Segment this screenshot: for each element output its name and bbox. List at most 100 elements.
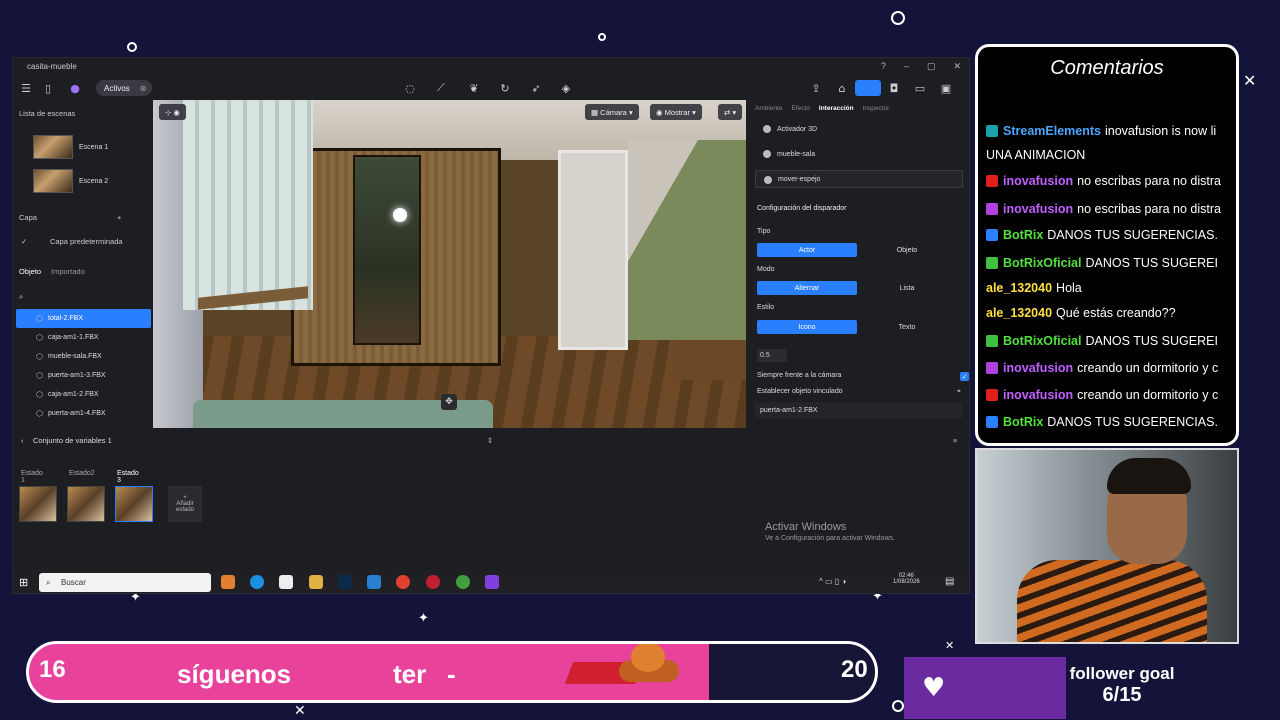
chrome-profile-icon[interactable] <box>456 575 470 589</box>
tab-imported[interactable]: Importado <box>51 267 85 276</box>
list-item[interactable]: total-2.FBX <box>16 309 151 328</box>
drag-handle-icon[interactable]: ⇕ <box>487 436 493 445</box>
camera-icon[interactable]: ◘ <box>887 81 901 95</box>
chat-username: BotRix <box>1003 228 1044 242</box>
export-icon[interactable]: ▣ <box>939 81 953 95</box>
file-icon[interactable]: ▯ <box>41 81 55 95</box>
clock[interactable]: 02:46 1/08/2026 <box>893 573 920 585</box>
minimize-icon[interactable]: – <box>904 61 909 72</box>
share-icon[interactable]: ⇪ <box>809 81 823 95</box>
sparkle-star-icon: ✕ <box>945 639 955 652</box>
mode-list-option[interactable]: Lista <box>857 281 957 295</box>
scroll-dash: - <box>447 659 456 689</box>
target-icon[interactable]: ⌖ <box>957 388 961 396</box>
search-icon[interactable]: ⌕ <box>19 292 23 302</box>
state-thumbnail[interactable] <box>115 486 153 522</box>
windows-start-icon[interactable]: ⊞ <box>19 576 28 589</box>
follower-goal-icon-box: ♥ <box>904 657 1066 719</box>
trigger-config-header[interactable]: Configuración del disparador <box>757 205 847 212</box>
tab-ambiente[interactable]: Ambiente <box>755 105 782 112</box>
linked-object-field[interactable]: puerta-am1-2.FBX <box>755 402 963 418</box>
tab-object[interactable]: Objeto <box>19 267 41 276</box>
home-icon[interactable]: ⌂ <box>835 81 849 95</box>
path-icon[interactable]: ⟋ <box>434 81 448 95</box>
close-icon[interactable]: ✕ <box>953 61 961 72</box>
variable-set-bar[interactable]: ‹ Conjunto de variables 1 ⇕ ≡ <box>13 433 969 447</box>
panel-menu-icon[interactable]: ≡ <box>953 436 957 445</box>
obs-icon[interactable] <box>426 575 440 589</box>
rotate-icon[interactable]: ↻ <box>498 81 512 95</box>
scene-item-1[interactable]: Escena 1 <box>33 135 151 159</box>
plugin-icon[interactable]: ● <box>68 81 82 95</box>
state-thumbnail[interactable] <box>19 486 57 522</box>
mode-toggle-option[interactable]: Alternar <box>757 281 857 295</box>
notifications-icon[interactable]: ▤ <box>945 576 954 587</box>
list-item[interactable]: caja-am1-2.FBX <box>16 385 151 404</box>
light-bulb-icon[interactable]: ◌ <box>403 81 417 95</box>
chrome-icon[interactable] <box>396 575 410 589</box>
tab-efecto[interactable]: Efecto <box>791 105 809 112</box>
room-door <box>558 150 628 350</box>
camera-button[interactable]: ▦ Cámara ▾ <box>585 104 639 120</box>
cursor-icon[interactable]: ➶ <box>529 81 543 95</box>
light-icon[interactable] <box>393 208 407 222</box>
list-item[interactable]: puerta-am1-3.FBX <box>16 366 151 385</box>
video-icon[interactable]: ▭ <box>913 81 927 95</box>
scroll-text: ter <box>393 659 427 689</box>
scene-thumbnail <box>33 169 73 193</box>
collapse-icon[interactable]: ‹ <box>21 436 24 445</box>
style-icon-option[interactable]: Icono <box>757 320 857 334</box>
chat-message: inovafusion no escribas para no distra <box>986 171 1236 191</box>
webcam-person-shirt <box>1017 560 1207 642</box>
add-layer-icon[interactable]: + <box>117 213 121 222</box>
chat-text: DANOS TUS SUGEREI <box>1085 256 1218 270</box>
trigger-item-activator[interactable]: Activador 3D <box>755 120 963 138</box>
tab-inspector[interactable]: Inspector <box>863 105 890 112</box>
sparkle-star-icon: ✕ <box>1243 71 1257 90</box>
vscode-icon[interactable] <box>367 575 381 589</box>
add-state-button[interactable]: + Añadir estado <box>168 486 202 522</box>
copilot-icon[interactable] <box>221 575 235 589</box>
transform-tools-button[interactable]: ⊹ ◉ <box>159 104 186 120</box>
taskbar-search[interactable]: ⌕ Buscar <box>39 573 211 592</box>
list-item[interactable]: caja-am1-1.FBX <box>16 328 151 347</box>
tab-interaccion[interactable]: Interacción <box>819 105 854 112</box>
maximize-icon[interactable]: ▢ <box>927 61 936 72</box>
store-icon[interactable] <box>279 575 293 589</box>
chat-text: UNA ANIMACION <box>986 148 1086 162</box>
3d-viewport[interactable]: ⊹ ◉ ▦ Cámara ▾ ◉ Mostrar ▾ ⇄ ▾ ✥ <box>153 100 746 428</box>
app-icon[interactable] <box>485 575 499 589</box>
folder-icon[interactable] <box>309 575 323 589</box>
chat-text: creando un dormitorio y c <box>1077 361 1219 375</box>
linked-object-label: Establecer objeto vinculado <box>757 388 843 395</box>
size-input[interactable]: 0.5 <box>757 349 787 362</box>
state-thumbnail[interactable] <box>67 486 105 522</box>
layers-icon[interactable]: ◈ <box>559 81 573 95</box>
follower-goal-label: follower goal <box>1069 664 1175 683</box>
show-button[interactable]: ◉ Mostrar ▾ <box>650 104 702 120</box>
trigger-item-mueble-sala[interactable]: mueble-sala <box>755 145 963 163</box>
title-bar: casita-mueble ? – ▢ ✕ <box>13 58 969 75</box>
default-layer-label[interactable]: Capa predeterminada <box>50 237 123 246</box>
chat-message: BotRixOficial DANOS TUS SUGEREI <box>986 331 1236 351</box>
photoshop-icon[interactable] <box>338 575 352 589</box>
move-gizmo-icon[interactable]: ✥ <box>441 394 457 410</box>
list-item[interactable]: mueble-sala.FBX <box>16 347 151 366</box>
view-options-button[interactable]: ⇄ ▾ <box>718 104 743 120</box>
help-icon[interactable]: ? <box>881 61 886 72</box>
scene-item-2[interactable]: Escena 2 <box>33 169 151 193</box>
chat-username: inovafusion <box>1003 202 1074 216</box>
tray-icons[interactable]: ^ ▭ ▯ ◑ <box>819 577 846 586</box>
display-mode-button[interactable] <box>855 80 881 96</box>
style-text-option[interactable]: Texto <box>857 320 957 334</box>
list-item[interactable]: puerta-am1-4.FBX <box>16 404 151 423</box>
type-actor-option[interactable]: Actor <box>757 243 857 257</box>
trigger-item-mover-espejo[interactable]: mover-espejo <box>755 170 963 188</box>
menu-icon[interactable]: ☰ <box>19 81 33 95</box>
assets-button[interactable]: Activos ⊛ <box>96 80 152 96</box>
face-camera-checkbox[interactable]: ✓ <box>960 372 969 381</box>
leaf-icon[interactable]: ❦ <box>467 81 481 95</box>
type-object-option[interactable]: Objeto <box>857 243 957 257</box>
chat-username: ale_132040 <box>986 306 1053 320</box>
edge-icon[interactable] <box>250 575 264 589</box>
